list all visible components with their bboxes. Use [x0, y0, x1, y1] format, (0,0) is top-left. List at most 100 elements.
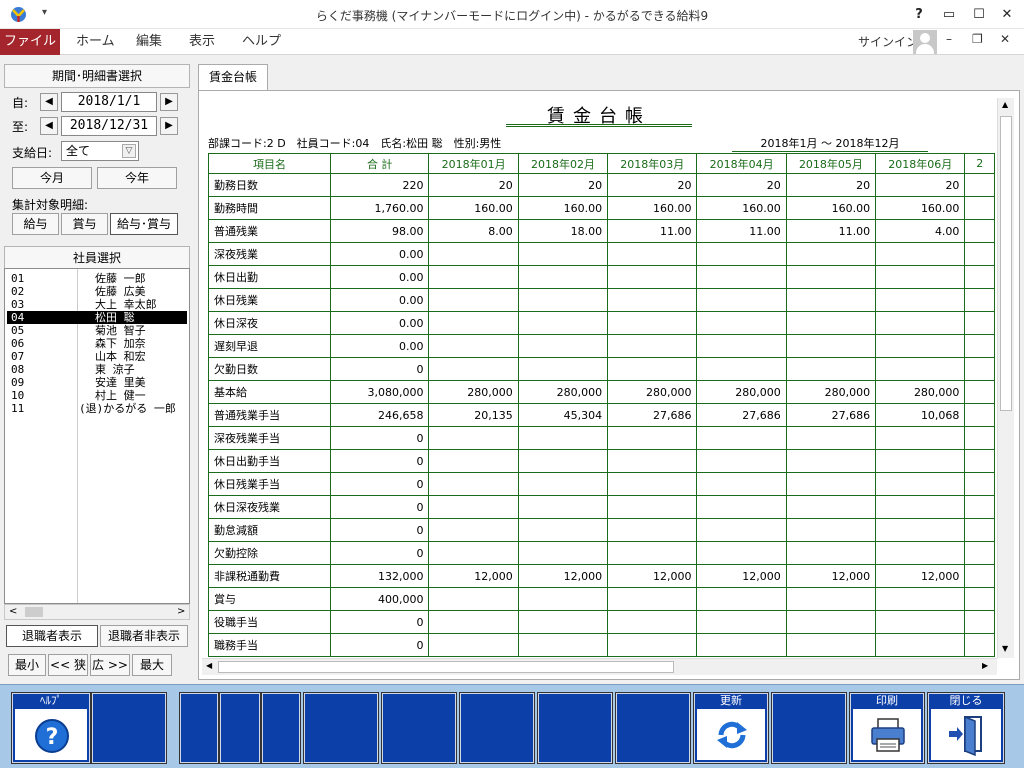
avatar-icon[interactable]: [913, 30, 937, 54]
target-salary-button[interactable]: 給与: [12, 213, 59, 235]
ribbon-options-icon[interactable]: ▭: [938, 4, 960, 26]
table-cell: 20: [607, 173, 698, 197]
table-cell: [875, 265, 966, 289]
table-cell: [964, 541, 995, 565]
ribbon-tab-view[interactable]: 表示: [189, 29, 215, 55]
function-key-empty: [459, 692, 535, 764]
this-month-button[interactable]: 今月: [12, 167, 92, 189]
list-item[interactable]: 02 佐藤 広美: [7, 285, 187, 298]
table-cell: [875, 449, 966, 473]
table-row: 深夜残業 0.00: [208, 242, 995, 266]
table-cell: [875, 311, 966, 335]
table-cell: [964, 495, 995, 519]
table-cell: [607, 541, 698, 565]
table-cell: [607, 633, 698, 657]
from-date-field[interactable]: 2018/1/1: [61, 92, 157, 112]
table-cell: [428, 633, 519, 657]
to-next-button[interactable]: ▶: [160, 117, 178, 135]
table-row: 賞与 400,000: [208, 587, 995, 611]
scroll-right-icon[interactable]: >: [177, 606, 185, 617]
list-item[interactable]: 03 大上 幸太郎: [7, 298, 187, 311]
this-year-button[interactable]: 今年: [97, 167, 177, 189]
row-label: 休日残業: [208, 288, 331, 312]
table-cell: 160.00: [785, 196, 877, 220]
close-doc-icon[interactable]: ✕: [1000, 32, 1010, 46]
scroll-left-icon[interactable]: <: [9, 606, 17, 617]
scroll-up-icon[interactable]: ▲: [1002, 100, 1008, 109]
report-hscroll[interactable]: ◀ ▶: [202, 658, 997, 675]
refresh-icon: [717, 721, 747, 749]
show-retired-button[interactable]: 退職者表示: [6, 625, 98, 647]
table-cell: [964, 311, 995, 335]
row-label: 勤務日数: [208, 173, 331, 197]
target-both-button[interactable]: 給与･賞与: [110, 213, 178, 235]
table-cell: 0: [329, 518, 430, 542]
table-cell: [517, 633, 609, 657]
table-cell: [517, 610, 609, 634]
list-item[interactable]: 10 村上 健一: [7, 389, 187, 402]
scroll-down-icon[interactable]: ▼: [1002, 644, 1008, 653]
restore-doc-icon[interactable]: ❐: [972, 32, 983, 46]
table-cell: [517, 426, 609, 450]
help-question-icon: ?: [35, 719, 69, 753]
ribbon-tab-home[interactable]: ホーム: [76, 29, 115, 55]
list-item[interactable]: 04 松田 聡: [7, 311, 187, 324]
table-cell: [428, 495, 519, 519]
from-prev-button[interactable]: ◀: [40, 93, 58, 111]
scroll-right-icon[interactable]: ▶: [982, 661, 988, 670]
list-item[interactable]: 08 東 涼子: [7, 363, 187, 376]
table-cell: [785, 334, 877, 358]
list-item[interactable]: 06 森下 加奈: [7, 337, 187, 350]
hide-retired-button[interactable]: 退職者非表示: [100, 625, 188, 647]
table-cell: 45,304: [517, 403, 609, 427]
zoom-wide-button[interactable]: 広 >>: [90, 654, 130, 676]
table-cell: [964, 242, 995, 266]
from-next-button[interactable]: ▶: [160, 93, 178, 111]
update-button[interactable]: 更新: [693, 692, 769, 764]
ribbon-tab-help[interactable]: ヘルプ: [242, 29, 281, 55]
help-button[interactable]: ﾍﾙﾌﾟ ?: [11, 692, 91, 764]
print-button[interactable]: 印刷: [849, 692, 925, 764]
close-window-icon[interactable]: ✕: [996, 4, 1018, 26]
column-header: 2018年02月: [517, 153, 609, 174]
row-label: 職務手当: [208, 633, 331, 657]
list-item[interactable]: 09 安達 里美: [7, 376, 187, 389]
zoom-max-button[interactable]: 最大: [132, 654, 172, 676]
table-cell: [607, 242, 698, 266]
close-button[interactable]: 閉じる: [927, 692, 1005, 764]
to-prev-button[interactable]: ◀: [40, 117, 58, 135]
list-item[interactable]: 07 山本 和宏: [7, 350, 187, 363]
list-item[interactable]: 11 (退)かるがる 一郎: [7, 402, 187, 415]
minimize-doc-icon[interactable]: –: [946, 32, 952, 46]
scroll-thumb[interactable]: [1000, 116, 1012, 411]
signin-link[interactable]: サインイン: [858, 33, 918, 50]
chevron-down-icon[interactable]: ▽: [122, 144, 136, 158]
table-cell: 3,080,000: [329, 380, 430, 404]
help-icon[interactable]: ?: [908, 4, 930, 26]
scroll-left-icon[interactable]: ◀: [206, 661, 212, 670]
report-vscroll[interactable]: ▲ ▼: [997, 98, 1014, 658]
table-cell: [428, 265, 519, 289]
table-cell: [785, 587, 877, 611]
table-cell: 20: [428, 173, 519, 197]
function-key-bar: ﾍﾙﾌﾟ ? 更新 印刷 閉じる: [0, 684, 1024, 768]
table-cell: [785, 495, 877, 519]
ribbon-tab-file[interactable]: ファイル: [0, 29, 60, 55]
scroll-thumb[interactable]: [218, 661, 674, 673]
tab-wage-ledger[interactable]: 賃金台帳: [198, 64, 268, 90]
to-date-field[interactable]: 2018/12/31: [61, 116, 157, 136]
table-cell: [696, 288, 787, 312]
list-item[interactable]: 05 菊池 智子: [7, 324, 187, 337]
zoom-min-button[interactable]: 最小: [8, 654, 46, 676]
employee-list-hscroll[interactable]: < >: [4, 604, 190, 620]
ribbon-tab-edit[interactable]: 編集: [136, 29, 162, 55]
target-bonus-button[interactable]: 賞与: [61, 213, 108, 235]
zoom-narrow-button[interactable]: << 狭: [48, 654, 88, 676]
table-cell: [428, 288, 519, 312]
payday-select[interactable]: 全て ▽: [61, 141, 139, 161]
row-label: 普通残業: [208, 219, 331, 243]
maximize-window-icon[interactable]: ☐: [968, 4, 990, 26]
list-item[interactable]: 01 佐藤 一郎: [7, 272, 187, 285]
scroll-thumb[interactable]: [25, 607, 43, 617]
ledger-table: 項目名合 計 2018年01月 2018年02月 2018年03月 2018年04月 20…: [208, 153, 995, 657]
